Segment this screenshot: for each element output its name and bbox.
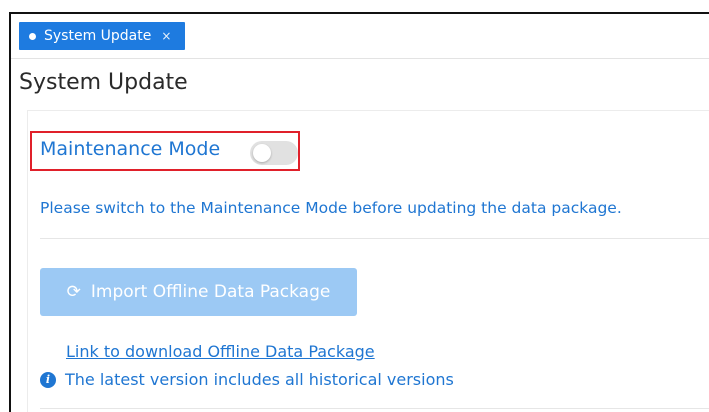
info-icon: i xyxy=(40,371,56,388)
toggle-knob xyxy=(253,144,271,162)
tab-label: System Update xyxy=(44,28,152,44)
maintenance-mode-label: Maintenance Mode xyxy=(40,138,221,160)
divider xyxy=(40,408,709,409)
divider xyxy=(40,238,709,239)
system-update-panel: Maintenance Mode Please switch to the Ma… xyxy=(27,110,709,412)
tab-system-update[interactable]: System Update × xyxy=(19,22,186,50)
tab-bar: System Update × xyxy=(11,14,709,59)
download-package-link[interactable]: Link to download Offline Data Package xyxy=(66,342,375,361)
page-title: System Update xyxy=(19,70,188,95)
maintenance-mode-toggle[interactable] xyxy=(250,141,298,165)
import-button-label: Import Offline Data Package xyxy=(90,282,331,302)
refresh-icon: ⟳ xyxy=(66,282,81,302)
window-frame: System Update × System Update Maintenanc… xyxy=(9,12,709,412)
maintenance-hint: Please switch to the Maintenance Mode be… xyxy=(40,199,622,217)
active-dot-icon xyxy=(29,32,36,40)
import-offline-package-button[interactable]: ⟳ Import Offline Data Package xyxy=(40,268,357,316)
close-icon[interactable]: × xyxy=(161,29,171,43)
info-text: The latest version includes all historic… xyxy=(65,370,454,389)
info-note: i The latest version includes all histor… xyxy=(40,370,454,389)
